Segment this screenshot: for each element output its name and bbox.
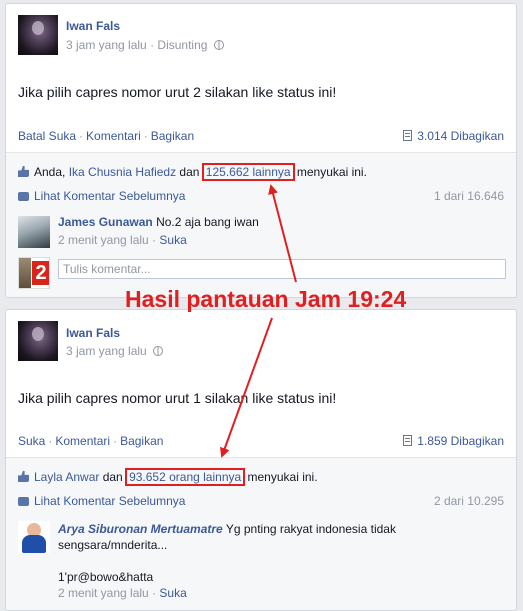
share-count[interactable]: 3.014 Dibagikan <box>403 129 504 143</box>
likes-count-highlight[interactable]: 125.662 lainnya <box>201 163 295 181</box>
comment-counter: 1 dari 16.646 <box>433 189 504 203</box>
like-icon <box>18 166 29 177</box>
likes-summary: Layla Anwar dan 93.652 orang lainnya men… <box>18 468 318 486</box>
post-actions: Suka · Komentari · Bagikan <box>18 434 164 448</box>
globe-icon[interactable] <box>213 40 224 50</box>
author-avatar[interactable] <box>18 15 58 55</box>
comment: Arya Siburonan Mertuamatre Yg pnting rak… <box>58 522 396 600</box>
avatar-shirt <box>22 535 46 553</box>
comment-icon <box>18 192 29 201</box>
share-button[interactable]: Bagikan <box>151 129 194 143</box>
comment-text-line2: sengsara/mnderita... <box>58 538 168 552</box>
status-text: Jika pilih capres nomor urut 1 silakan l… <box>18 390 337 406</box>
share-count[interactable]: 1.859 Dibagikan <box>403 434 504 448</box>
commenter-avatar[interactable] <box>18 521 50 553</box>
annotation-label: Hasil pantauan Jam 19:24 <box>125 286 407 312</box>
post-card-2: Iwan Fals 3 jam yang lalu Jika pilih cap… <box>5 309 517 611</box>
comment-time[interactable]: 2 menit yang lalu <box>58 586 149 600</box>
view-previous-comments[interactable]: Lihat Komentar Sebelumnya <box>18 189 185 203</box>
author-name[interactable]: Iwan Fals <box>66 326 120 340</box>
comment-time[interactable]: 2 menit yang lalu <box>58 233 149 247</box>
feedback-panel: Layla Anwar dan 93.652 orang lainnya men… <box>6 457 516 610</box>
post-card-1: Iwan Fals 3 jam yang lalu · Disunting Ji… <box>5 3 517 298</box>
post-time[interactable]: 3 jam yang lalu <box>66 38 147 52</box>
author-name[interactable]: Iwan Fals <box>66 19 120 33</box>
comment-icon <box>18 497 29 506</box>
comment: James Gunawan No.2 aja bang iwan <box>58 215 259 229</box>
like-button[interactable]: Suka <box>18 434 45 448</box>
current-user-avatar: 2 <box>18 257 50 289</box>
channel-logo-icon: 2 <box>32 261 49 285</box>
comment-button[interactable]: Komentari <box>55 434 110 448</box>
comment-button[interactable]: Komentari <box>86 129 141 143</box>
likes-summary: Anda, Ika Chusnia Hafiedz dan 125.662 la… <box>18 163 367 181</box>
status-text: Jika pilih capres nomor urut 2 silakan l… <box>18 84 337 100</box>
avatar-photo-strip <box>19 258 31 288</box>
comment-input[interactable]: Tulis komentar... <box>58 259 506 279</box>
share-icon <box>403 435 413 446</box>
view-previous-comments[interactable]: Lihat Komentar Sebelumnya <box>18 494 185 508</box>
comment-counter: 2 dari 10.295 <box>433 494 504 508</box>
share-button[interactable]: Bagikan <box>120 434 163 448</box>
post-meta: 3 jam yang lalu · Disunting <box>66 38 224 52</box>
comment-text-line3: 1'pr@bowo&hatta <box>58 570 154 584</box>
post-meta: 3 jam yang lalu <box>66 344 164 358</box>
comment-text-line1: Yg pnting rakyat indonesia tidak <box>225 522 396 536</box>
edited-label[interactable]: Disunting <box>157 38 207 52</box>
feedback-panel: Anda, Ika Chusnia Hafiedz dan 125.662 la… <box>6 152 516 297</box>
commenter-avatar[interactable] <box>18 216 50 248</box>
likes-count-highlight[interactable]: 93.652 orang lainnya <box>125 468 246 486</box>
post-actions: Batal Suka · Komentari · Bagikan <box>18 129 195 143</box>
liker-name[interactable]: Layla Anwar <box>34 470 99 484</box>
commenter-name[interactable]: James Gunawan <box>58 215 153 229</box>
comment-meta: 2 menit yang lalu · Suka <box>58 233 187 247</box>
comment-text: No.2 aja bang iwan <box>156 215 259 229</box>
liker-name[interactable]: Ika Chusnia Hafiedz <box>69 165 176 179</box>
share-icon <box>403 130 413 141</box>
unlike-button[interactable]: Batal Suka <box>18 129 76 143</box>
globe-icon[interactable] <box>153 346 164 356</box>
comment-like-button[interactable]: Suka <box>159 586 186 600</box>
author-avatar[interactable] <box>18 321 58 361</box>
like-icon <box>18 471 29 482</box>
comment-like-button[interactable]: Suka <box>159 233 186 247</box>
post-time[interactable]: 3 jam yang lalu <box>66 344 147 358</box>
commenter-name[interactable]: Arya Siburonan Mertuamatre <box>58 522 223 536</box>
